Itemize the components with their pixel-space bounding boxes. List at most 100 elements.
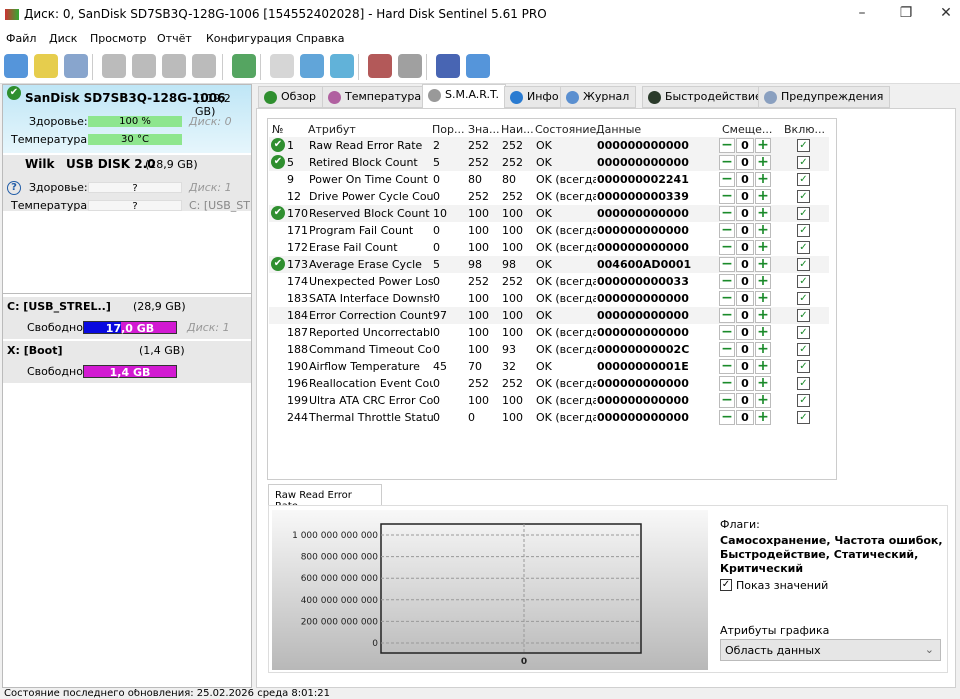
offset-value[interactable]: 0 [736,223,754,238]
offset-decrease-button[interactable]: − [719,308,735,323]
table-row[interactable]: 244 Thermal Throttle Status 0 0 100 OK (всегд… [269,409,829,426]
offset-decrease-button[interactable]: − [719,206,735,221]
offset-value[interactable]: 0 [736,257,754,272]
offset-increase-button[interactable]: + [755,410,771,425]
tab-3[interactable]: Инфо [504,86,566,108]
table-row[interactable]: 174Unexpected Power Loss...0252252OK (вс… [269,273,829,290]
offset-decrease-button[interactable]: − [719,410,735,425]
offset-decrease-button[interactable]: − [719,223,735,238]
refresh-icon[interactable] [4,54,28,78]
disk-card-0[interactable]: SanDisk SD7SB3Q-128G-1006 (119,2 GB) ✔ З… [3,85,251,153]
column-header[interactable]: Пор... [432,123,464,136]
offset-decrease-button[interactable]: − [719,240,735,255]
monitor-icon[interactable] [368,54,392,78]
table-row[interactable]: ✔ 170 Reserved Block Count 10 100 100 OK 000000… [269,205,829,222]
menu-help[interactable]: Справка [296,32,344,45]
offset-value[interactable]: 0 [736,240,754,255]
offset-increase-button[interactable]: + [755,308,771,323]
menu-disk[interactable]: Диск [49,32,77,45]
offset-decrease-button[interactable]: − [719,274,735,289]
offset-value[interactable]: 0 [736,155,754,170]
offset-increase-button[interactable]: + [755,155,771,170]
enabled-checkbox[interactable]: ✓ [797,394,810,407]
offset-value[interactable]: 0 [736,291,754,306]
alert-icon[interactable] [34,54,58,78]
offset-increase-button[interactable]: + [755,342,771,357]
enabled-checkbox[interactable]: ✓ [797,190,810,203]
column-header[interactable]: Смеще... [722,123,772,136]
table-row[interactable]: 171Program Fail Count 0 100 100 OK (всегда..… [269,222,829,239]
offset-value[interactable]: 0 [736,138,754,153]
enabled-checkbox[interactable]: ✓ [797,326,810,339]
offset-decrease-button[interactable]: − [719,172,735,187]
enabled-checkbox[interactable]: ✓ [797,411,810,424]
column-header[interactable]: № [272,123,283,136]
offset-increase-button[interactable]: + [755,206,771,221]
offset-decrease-button[interactable]: − [719,342,735,357]
disk-search-icon[interactable] [192,54,216,78]
table-row[interactable]: 9Power On Time Count08080OK (всегда...00… [269,171,829,188]
disk-tool-2-icon[interactable] [132,54,156,78]
column-header[interactable]: Состояние [535,123,596,136]
offset-increase-button[interactable]: + [755,359,771,374]
enabled-checkbox[interactable]: ✓ [797,224,810,237]
offset-increase-button[interactable]: + [755,257,771,272]
show-values-checkbox[interactable]: ✓ [720,579,732,591]
enabled-checkbox[interactable]: ✓ [797,275,810,288]
offset-value[interactable]: 0 [736,376,754,391]
table-row[interactable]: 184 Error Correction Count 97 100 100 OK 00000… [269,307,829,324]
table-row[interactable]: ✔ 1 Raw Read Error Rate 2 252 252 OK 0000000000… [269,137,829,154]
offset-increase-button[interactable]: + [755,376,771,391]
offset-increase-button[interactable]: + [755,138,771,153]
info-icon[interactable] [466,54,490,78]
enabled-checkbox[interactable]: ✓ [797,139,810,152]
table-row[interactable]: 12 Drive Power Cycle Count 0 252 252 OK (всег… [269,188,829,205]
offset-decrease-button[interactable]: − [719,189,735,204]
column-header[interactable]: Атрибут [308,123,356,136]
disk-tool-1-icon[interactable] [102,54,126,78]
menu-report[interactable]: Отчёт [157,32,192,45]
disk-check-icon[interactable] [162,54,186,78]
enabled-checkbox[interactable]: ✓ [797,309,810,322]
table-row[interactable]: 187 Reported Uncorrectabl... 0 100 100 OK (вс… [269,324,829,341]
offset-value[interactable]: 0 [736,410,754,425]
speaker-icon[interactable] [398,54,422,78]
offset-value[interactable]: 0 [736,393,754,408]
offset-value[interactable]: 0 [736,172,754,187]
table-row[interactable]: 188Command Timeout Cou...010093OK (всегд… [269,341,829,358]
offset-decrease-button[interactable]: − [719,291,735,306]
column-header[interactable]: Данные [596,123,641,136]
offset-value[interactable]: 0 [736,342,754,357]
network-icon[interactable] [330,54,354,78]
offset-increase-button[interactable]: + [755,291,771,306]
table-row[interactable]: 190 Airflow Temperature 45 70 32 OK 0000000000… [269,358,829,375]
graph-attr-select[interactable]: Область данных ⌄ [720,639,941,661]
tab-2[interactable]: S.M.A.R.T. [422,84,506,108]
chart-tab[interactable]: Raw Read Error Rate [268,484,382,512]
offset-increase-button[interactable]: + [755,189,771,204]
menu-file[interactable]: Файл [6,32,36,45]
disk-card-1[interactable]: Wilk USB DISK 2.0 (28,9 GB) ? Здоровье: … [3,155,251,212]
table-row[interactable]: ✔ 173 Average Erase Cycle 5 98 98 OK 004600AD00… [269,256,829,273]
table-row[interactable]: 172Erase Fail Count0100100OK (всегда...0… [269,239,829,256]
offset-increase-button[interactable]: + [755,274,771,289]
offset-decrease-button[interactable]: − [719,257,735,272]
enabled-checkbox[interactable]: ✓ [797,241,810,254]
offset-decrease-button[interactable]: − [719,376,735,391]
tab-6[interactable]: Предупреждения [758,86,891,108]
enabled-checkbox[interactable]: ✓ [797,207,810,220]
offset-value[interactable]: 0 [736,325,754,340]
tab-4[interactable]: Журнал [560,86,637,108]
enabled-checkbox[interactable]: ✓ [797,292,810,305]
tab-5[interactable]: Быстродействие [642,86,769,108]
enabled-checkbox[interactable]: ✓ [797,377,810,390]
offset-decrease-button[interactable]: − [719,155,735,170]
minimize-button[interactable]: – [852,5,872,21]
help-icon[interactable] [436,54,460,78]
offset-value[interactable]: 0 [736,189,754,204]
offset-value[interactable]: 0 [736,274,754,289]
disk-icon[interactable] [64,54,88,78]
column-header[interactable]: Вклю... [784,123,825,136]
tab-0[interactable]: Обзор [258,86,324,108]
volume-card-x[interactable]: X: [Boot] (1,4 GB) Свободно 1,4 GB [3,341,251,383]
